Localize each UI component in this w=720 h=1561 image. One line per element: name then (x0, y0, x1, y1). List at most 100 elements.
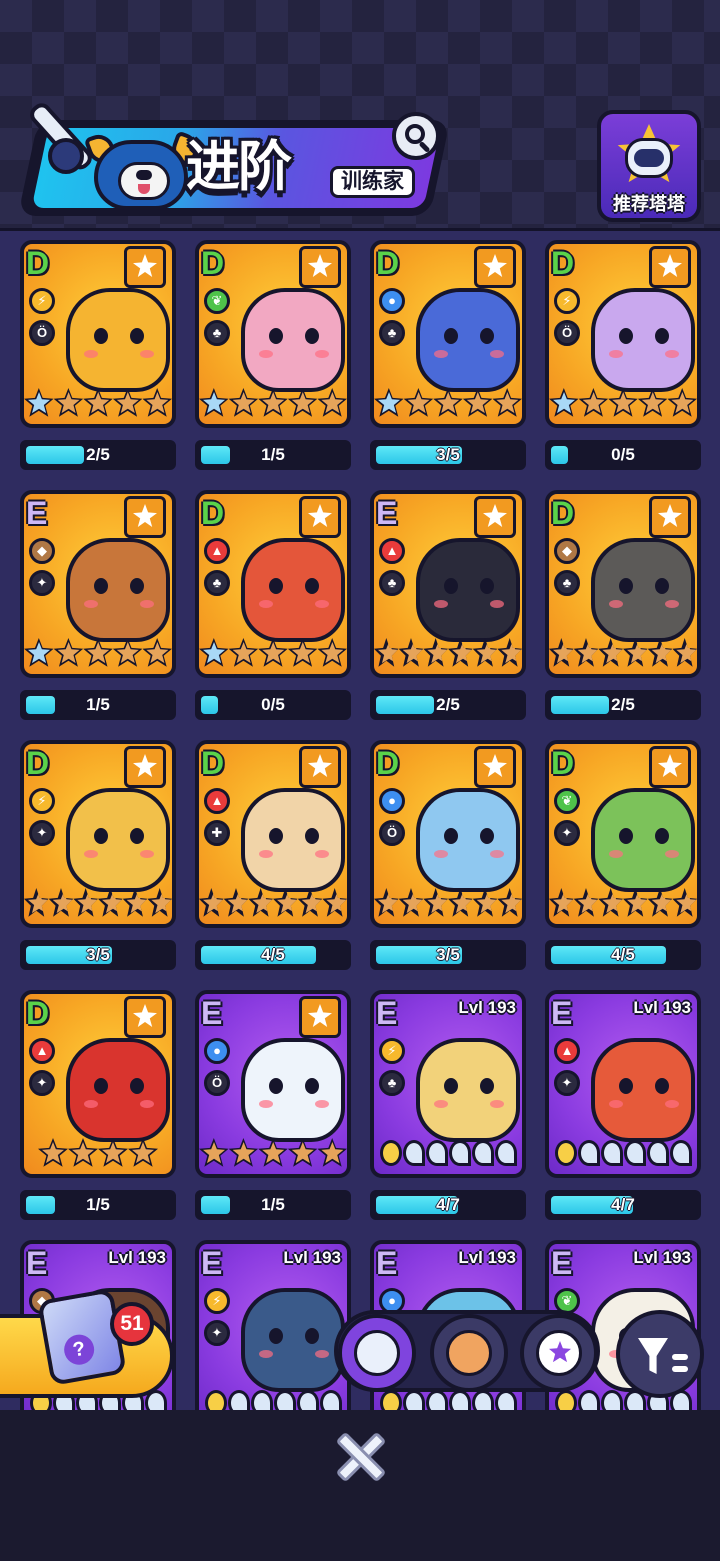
rating-star-icon (147, 888, 172, 917)
grade-label: E (26, 495, 48, 531)
shard-progress-bar: 3/5 (20, 940, 176, 970)
filter-all-button[interactable] (338, 1314, 416, 1392)
creature-card[interactable]: D ● Ö (370, 740, 526, 928)
creature-card[interactable]: E ◆ ✦ (20, 490, 176, 678)
rating-star-icon (53, 638, 84, 667)
rating-star-icon (228, 388, 259, 417)
recommend-button[interactable]: 推荐塔塔 (597, 110, 701, 222)
support-role-icon: ♣ (204, 570, 230, 596)
favorite-star-icon[interactable] (474, 746, 516, 788)
star-rating (549, 638, 697, 672)
creature-portrait (591, 1038, 695, 1142)
favorite-star-icon[interactable] (474, 246, 516, 288)
creature-card[interactable]: D ◆ ♣ (545, 490, 701, 678)
rating-star-icon (647, 888, 673, 917)
creature-card[interactable]: E Lvl 193 ⚡ ✦ (195, 1240, 351, 1428)
rating-star-icon (83, 638, 113, 667)
progress-text: 4/5 (611, 945, 635, 964)
favorite-star-icon[interactable] (649, 246, 691, 288)
attack-role-icon: ✦ (204, 1320, 230, 1346)
rating-star-icon (317, 638, 347, 667)
rating-star-icon (223, 888, 249, 917)
attack-role-icon: ✦ (554, 820, 580, 846)
progress-text: 3/5 (436, 945, 460, 964)
rating-star-icon (672, 888, 697, 917)
support-role-icon: ♣ (379, 320, 405, 346)
creature-card[interactable]: D ❦ ✦ (545, 740, 701, 928)
filter-star-button[interactable] (520, 1314, 598, 1392)
creature-card[interactable]: D ❦ ♣ (195, 240, 351, 428)
rating-star-icon (549, 638, 574, 667)
creature-portrait (66, 538, 170, 642)
creature-card[interactable]: D ▲ ✚ (195, 740, 351, 928)
favorite-star-icon[interactable] (124, 496, 166, 538)
favorite-star-icon[interactable] (474, 496, 516, 538)
bag-role-icon: Ö (29, 320, 55, 346)
recommend-label: 推荐塔塔 (613, 194, 685, 214)
rating-star-icon (24, 888, 49, 917)
search-icon[interactable] (392, 112, 440, 160)
grade-label: D (26, 745, 50, 781)
rating-star-icon (53, 388, 84, 417)
creature-card[interactable]: D ● ♣ (370, 240, 526, 428)
level-label: Lvl 193 (633, 998, 691, 1017)
favorite-star-icon[interactable] (124, 746, 166, 788)
rating-star-icon (142, 638, 172, 667)
creature-card[interactable]: D ▲ ✦ (20, 990, 176, 1178)
wave-icon (646, 1140, 669, 1166)
progress-text: 2/5 (436, 695, 460, 714)
creature-card[interactable]: D ⚡ Ö (545, 240, 701, 428)
level-label: Lvl 193 (633, 1248, 691, 1267)
creature-card[interactable]: D ▲ ♣ (195, 490, 351, 678)
favorite-star-icon[interactable] (299, 746, 341, 788)
creature-card[interactable]: E Lvl 193 ⚡ ♣ (370, 990, 526, 1178)
rating-star-icon (423, 888, 448, 917)
star-rating (199, 388, 347, 422)
shard-progress-bar: 3/5 (370, 440, 526, 470)
rating-star-icon (433, 388, 463, 417)
filter-star-icon (536, 1330, 582, 1376)
rating-star-icon (448, 638, 473, 667)
rating-star-icon (83, 388, 113, 417)
creature-portrait (591, 538, 695, 642)
shard-progress-bar: 0/5 (545, 440, 701, 470)
rating-star-icon (287, 638, 318, 667)
progress-text: 3/5 (86, 945, 110, 964)
favorite-star-icon[interactable] (649, 496, 691, 538)
rating-star-icon (398, 638, 424, 667)
filter-all-icon (354, 1330, 400, 1376)
creature-card[interactable]: E ● Ö (195, 990, 351, 1178)
favorite-star-icon[interactable] (649, 746, 691, 788)
creature-card[interactable]: E Lvl 193 ▲ ✦ (545, 990, 701, 1178)
favorite-star-icon[interactable] (124, 996, 166, 1038)
creature-portrait (591, 288, 695, 392)
support-role-icon: ♣ (204, 320, 230, 346)
rating-star-icon (398, 888, 424, 917)
grade-label: D (26, 245, 50, 281)
shard-progress-bar: 4/7 (370, 1190, 526, 1220)
close-icon[interactable] (332, 1430, 388, 1486)
rating-star-icon (598, 638, 623, 667)
creature-card[interactable]: D ⚡ ✦ (20, 740, 176, 928)
creature-card[interactable]: E ▲ ♣ (370, 490, 526, 678)
favorite-star-icon[interactable] (299, 996, 341, 1038)
progress-text: 0/5 (611, 445, 635, 464)
wave-icon (471, 1140, 494, 1166)
grade-label: E (376, 995, 398, 1031)
leaf-element-icon: ❦ (554, 788, 580, 814)
rating-star-icon (112, 638, 143, 667)
rating-star-icon (128, 1138, 158, 1167)
filter-creature-button[interactable] (430, 1314, 508, 1392)
back-stick-icon[interactable] (18, 99, 96, 184)
rating-star-icon (24, 388, 54, 417)
favorite-star-icon[interactable] (124, 246, 166, 288)
awakening-waves (549, 1140, 697, 1170)
favorite-star-icon[interactable] (299, 246, 341, 288)
star-rating (24, 638, 172, 672)
creature-card[interactable]: D ⚡ Ö (20, 240, 176, 428)
favorite-star-icon[interactable] (299, 496, 341, 538)
rating-star-icon (317, 388, 347, 417)
creature-portrait (416, 788, 520, 892)
grade-label: D (26, 995, 50, 1031)
sort-filter-button[interactable] (616, 1310, 704, 1398)
